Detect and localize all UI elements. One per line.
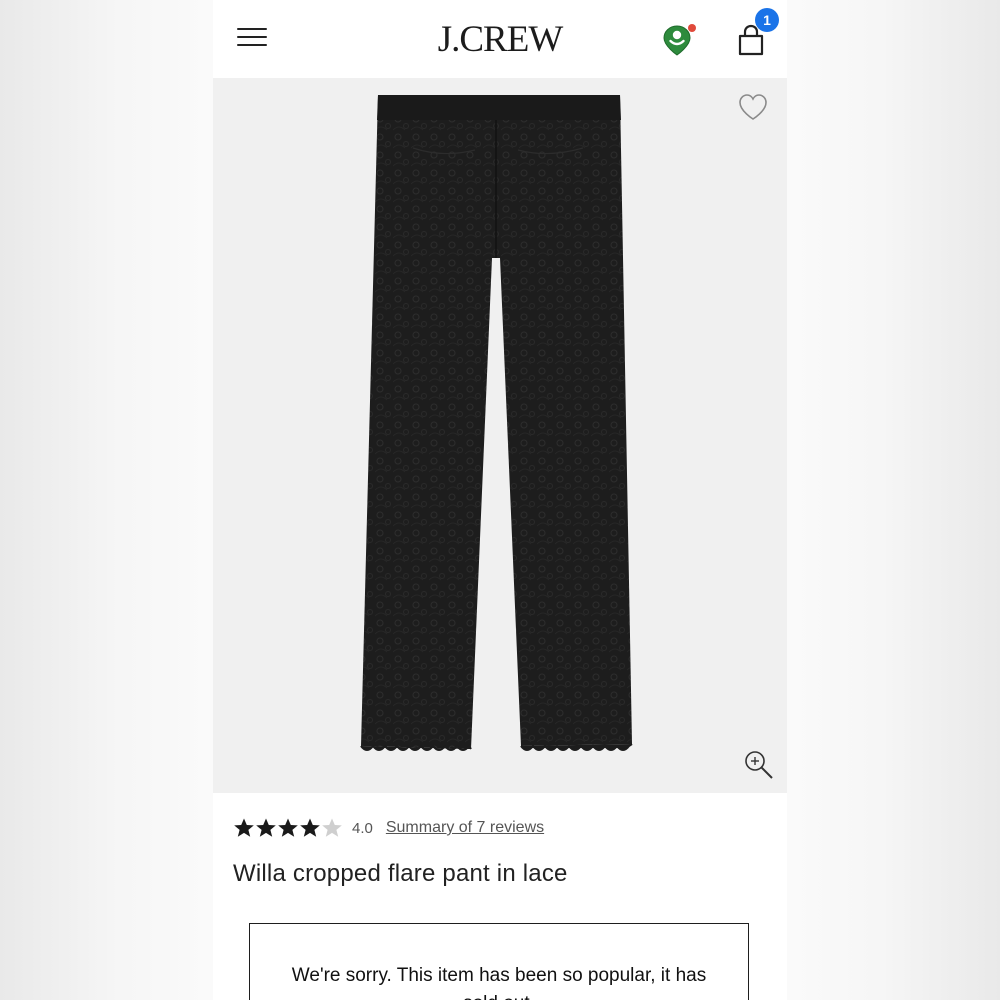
product-page: J.CREW 1 4.0 Summary of 7 reviews Willa … [213, 0, 787, 1000]
location-pin-icon [663, 24, 696, 56]
heart-icon [739, 94, 767, 120]
cart-count-badge: 1 [755, 8, 779, 32]
store-locator-button[interactable] [661, 22, 701, 58]
sold-out-notice: We're sorry. This item has been so popul… [249, 923, 749, 1000]
reviews-summary-link[interactable]: Summary of 7 reviews [386, 819, 544, 837]
product-title: Willa cropped flare pant in lace [233, 860, 568, 887]
star-rating [233, 817, 343, 839]
wishlist-button[interactable] [737, 92, 769, 122]
rating-row: 4.0 Summary of 7 reviews [233, 813, 544, 843]
product-photo [360, 95, 633, 751]
site-header: J.CREW 1 [213, 0, 787, 78]
product-image[interactable] [213, 78, 787, 793]
star-filled-icon [278, 818, 298, 837]
sold-out-message: We're sorry. This item has been so popul… [291, 965, 707, 1000]
star-empty-icon [322, 818, 342, 837]
star-filled-icon [256, 818, 276, 837]
magnify-plus-icon [745, 751, 773, 779]
zoom-button[interactable] [742, 748, 776, 782]
star-filled-icon [234, 818, 254, 837]
rating-value: 4.0 [352, 819, 373, 837]
star-filled-icon [300, 818, 320, 837]
